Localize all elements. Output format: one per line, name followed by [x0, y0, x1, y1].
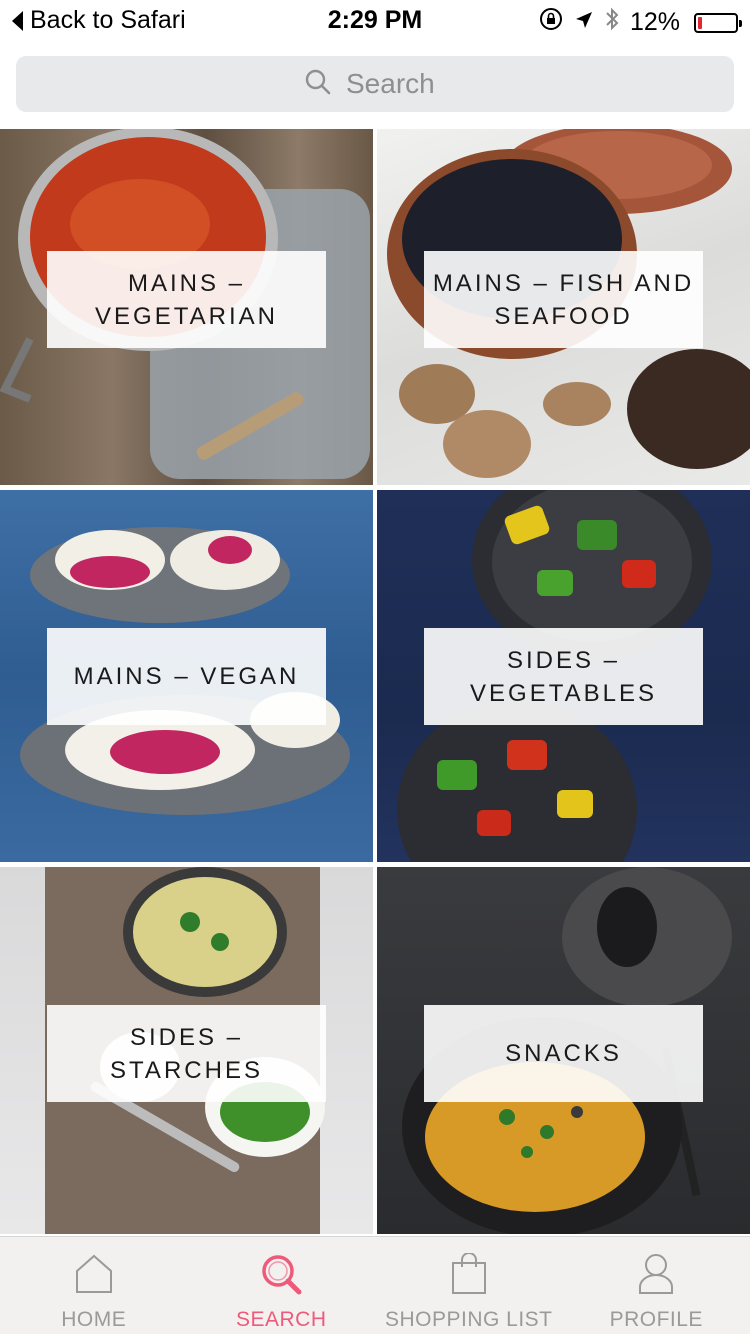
category-grid: MAINS – VEGETARIAN MAINS – FISH AND SEAF…	[0, 129, 750, 1234]
search-icon	[304, 68, 332, 101]
location-arrow-icon	[574, 8, 594, 37]
category-tile-snacks[interactable]: SNACKS	[377, 867, 750, 1234]
category-label: SIDES – STARCHES	[47, 1005, 326, 1102]
profile-icon	[638, 1253, 674, 1300]
category-label: MAINS – VEGETARIAN	[47, 251, 326, 348]
status-bar: Back to Safari 2:29 PM 12%	[0, 0, 750, 40]
tab-shopping-list[interactable]: SHOPPING LIST	[375, 1237, 563, 1334]
bluetooth-icon	[604, 6, 620, 39]
category-tile-mains-vegetarian[interactable]: MAINS – VEGETARIAN	[0, 129, 373, 485]
search-bar	[16, 56, 734, 112]
tab-bar: HOME SEARCH SHOPPING LIST PROFILE	[0, 1236, 750, 1334]
search-icon	[260, 1253, 302, 1300]
tab-label: HOME	[61, 1308, 127, 1331]
shopping-bag-icon	[451, 1252, 487, 1300]
category-tile-sides-vegetables[interactable]: SIDES – VEGETABLES	[377, 490, 750, 862]
category-label: SIDES – VEGETABLES	[424, 628, 703, 725]
battery-icon	[694, 12, 742, 33]
tab-label: SHOPPING LIST	[384, 1308, 553, 1331]
tab-search[interactable]: SEARCH	[188, 1237, 376, 1334]
category-label: MAINS – FISH AND SEAFOOD	[424, 251, 703, 348]
category-tile-mains-fish-and-seafood[interactable]: MAINS – FISH AND SEAFOOD	[377, 129, 750, 485]
battery-level	[698, 16, 702, 29]
category-label: SNACKS	[424, 1005, 703, 1102]
category-tile-sides-starches[interactable]: SIDES – STARCHES	[0, 867, 373, 1234]
category-label: MAINS – VEGAN	[47, 628, 326, 725]
home-icon	[74, 1253, 114, 1300]
status-icons: 12%	[538, 6, 742, 39]
orientation-lock-icon	[538, 6, 564, 39]
tab-label: PROFILE	[609, 1308, 703, 1331]
tab-label: SEARCH	[235, 1308, 327, 1331]
tab-profile[interactable]: PROFILE	[563, 1237, 750, 1334]
search-field[interactable]	[16, 56, 734, 112]
battery-percent: 12%	[629, 8, 680, 36]
search-input[interactable]	[346, 68, 446, 100]
tab-home[interactable]: HOME	[0, 1237, 188, 1334]
app-screen: Back to Safari 2:29 PM 12% Search MAINS …	[0, 0, 750, 1334]
category-tile-mains-vegan[interactable]: MAINS – VEGAN	[0, 490, 373, 862]
